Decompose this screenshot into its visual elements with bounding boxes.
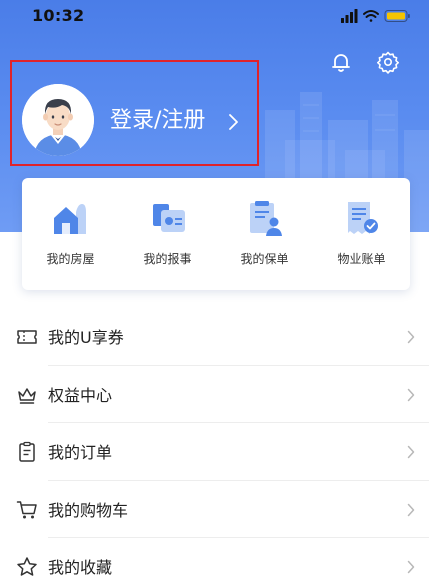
login-register-link[interactable]: 登录/注册 [110, 106, 205, 136]
chevron-right-icon [407, 503, 415, 516]
coupon-icon [17, 330, 37, 344]
policy-icon [250, 201, 282, 236]
order-icon [19, 441, 35, 462]
menu-item-benefits-center[interactable]: 权益中心 [0, 366, 429, 423]
house-icon [54, 204, 86, 234]
menu-item-favorites[interactable]: 我的收藏 [0, 538, 429, 579]
status-time: 10:32 [32, 6, 85, 25]
cart-icon [16, 500, 37, 518]
quick-action-property-bill[interactable]: 物业账单 [313, 178, 410, 290]
wifi-icon [363, 10, 379, 22]
quick-action-label: 我的报事 [143, 252, 192, 266]
status-bar: 10:32 [0, 0, 429, 34]
quick-action-label: 我的房屋 [46, 252, 95, 266]
chevron-right-icon[interactable] [227, 113, 239, 131]
quick-action-my-report[interactable]: 我的报事 [119, 178, 216, 290]
chevron-right-icon [407, 445, 415, 459]
quick-action-label: 物业账单 [337, 252, 386, 266]
quick-action-label: 我的保单 [240, 252, 289, 266]
quick-action-my-policy[interactable]: 我的保单 [216, 178, 313, 290]
menu-list: 我的U享券 权益中心 我的订单 我的购物车 我的收藏 [0, 308, 429, 579]
chevron-right-icon [407, 560, 415, 574]
menu-label: 权益中心 [48, 385, 113, 405]
bell-icon[interactable] [329, 50, 353, 74]
menu-item-coupons[interactable]: 我的U享券 [0, 308, 429, 366]
menu-item-shopping-cart[interactable]: 我的购物车 [0, 481, 429, 538]
signal-icon [341, 9, 358, 23]
menu-label: 我的购物车 [48, 500, 129, 520]
gear-icon[interactable] [376, 50, 400, 74]
quick-actions-card: 我的房屋 我的报事 我的保单 物业账单 [22, 178, 410, 290]
menu-label: 我的U享券 [48, 328, 124, 347]
menu-label: 我的收藏 [48, 558, 113, 577]
bill-icon [348, 202, 378, 234]
star-icon [17, 557, 37, 576]
chevron-right-icon [407, 388, 415, 401]
status-indicators [341, 9, 410, 23]
report-icon [153, 204, 185, 232]
battery-icon [384, 10, 410, 22]
menu-item-my-orders[interactable]: 我的订单 [0, 423, 429, 481]
quick-action-my-house[interactable]: 我的房屋 [22, 178, 119, 290]
avatar-illustration [22, 84, 94, 156]
crown-icon [18, 387, 36, 404]
avatar[interactable] [22, 84, 94, 156]
menu-label: 我的订单 [48, 443, 113, 462]
chevron-right-icon [407, 330, 415, 344]
